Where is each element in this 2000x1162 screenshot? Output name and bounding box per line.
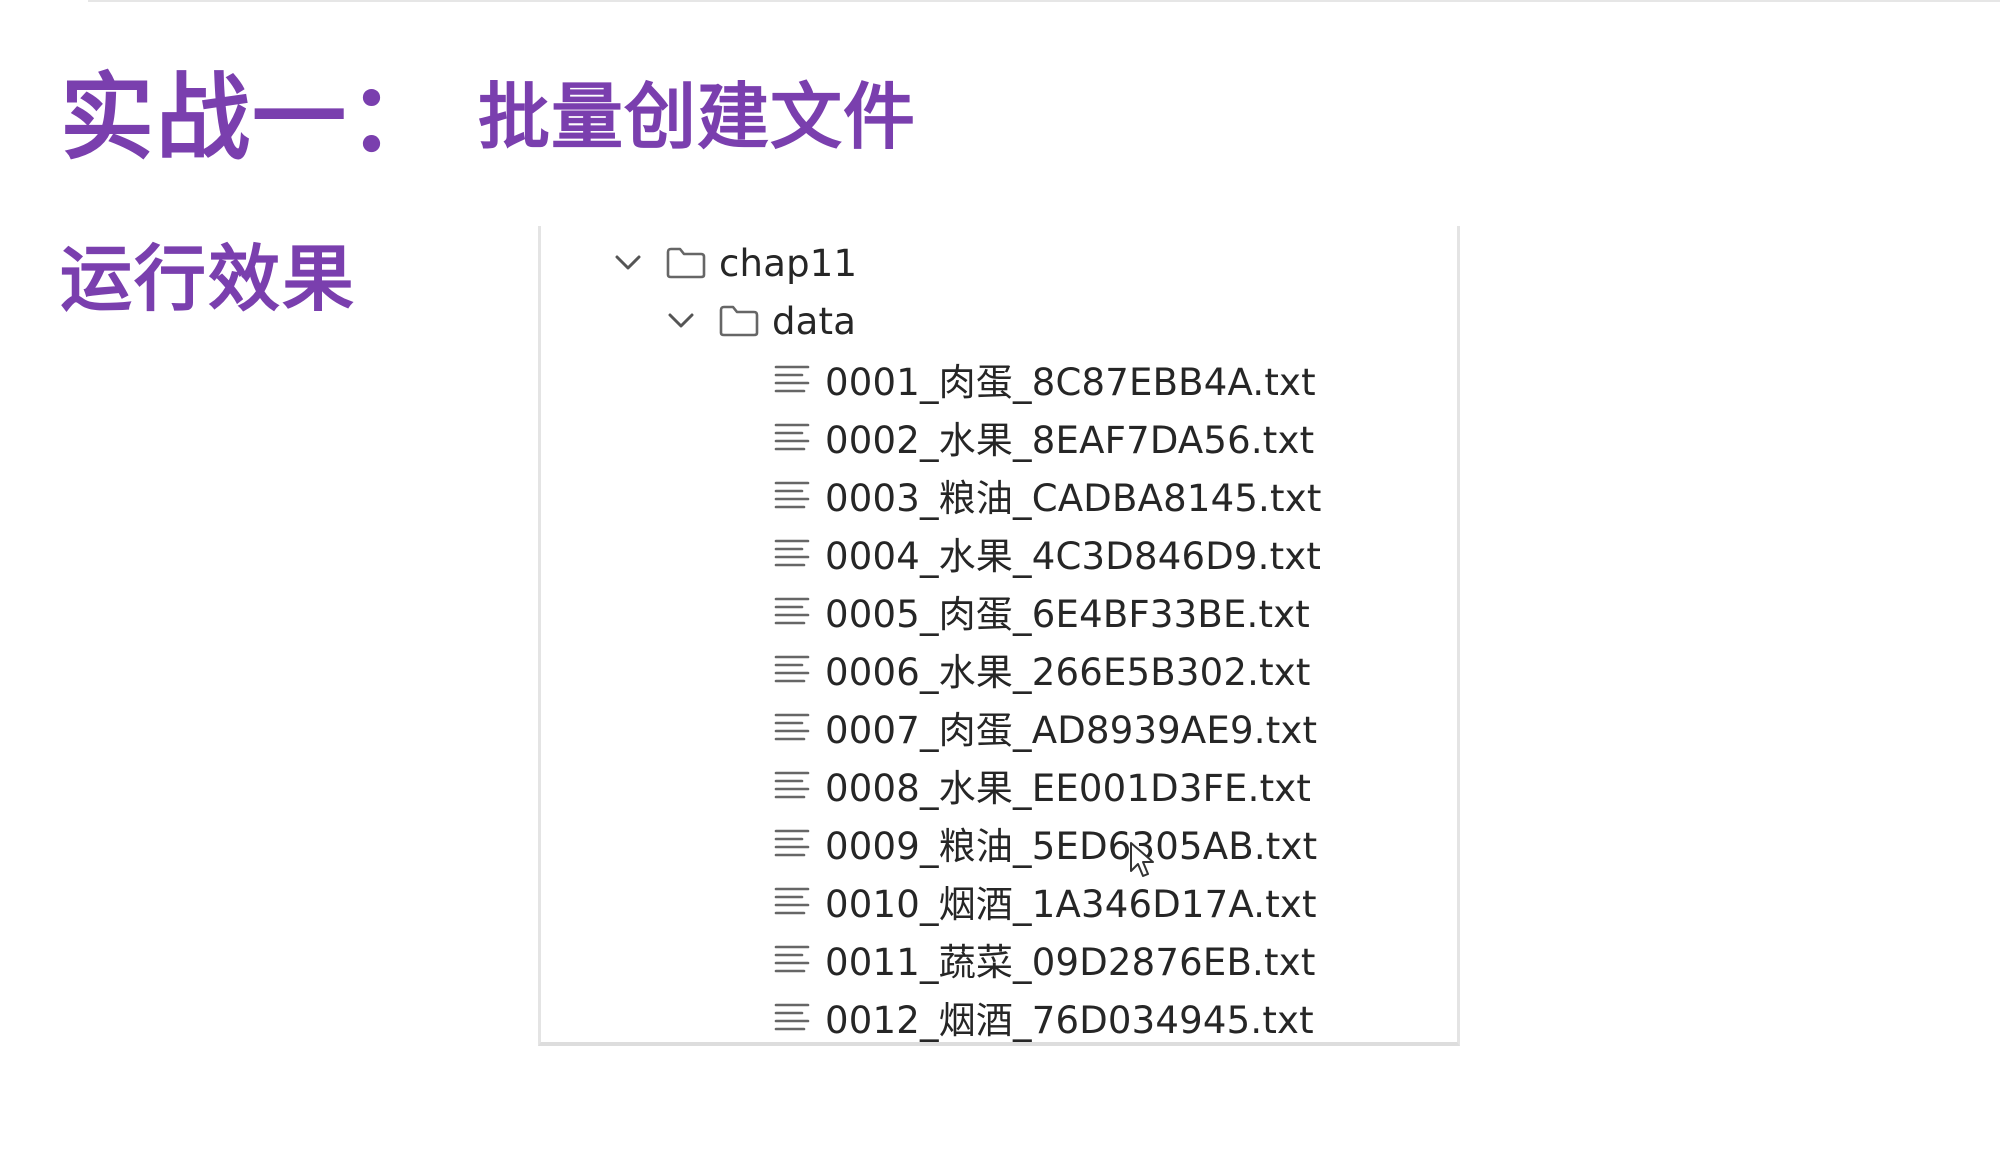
title-subtitle: 批量创建文件	[478, 74, 917, 159]
file-row[interactable]: 0009_粮油_5ED6305AB.txt	[773, 818, 1317, 868]
text-file-icon	[773, 652, 811, 686]
mouse-cursor-icon	[1128, 840, 1156, 880]
folder-icon	[718, 304, 760, 338]
chevron-down-icon[interactable]	[664, 304, 698, 338]
text-file-icon	[773, 826, 811, 860]
tree-item-label: data	[772, 299, 857, 343]
file-name: 0010_烟酒_1A346D17A.txt	[825, 883, 1317, 926]
slide-title: 实战一： 批量创建文件	[60, 50, 917, 173]
file-row[interactable]: 0004_水果_4C3D846D9.txt	[773, 528, 1321, 578]
top-divider	[88, 0, 2000, 2]
text-file-icon	[773, 420, 811, 454]
text-file-icon	[773, 362, 811, 396]
file-tree-panel: chap11 data 0001_肉蛋_8C87EBB4A.txt 0002_水…	[538, 226, 1460, 1046]
text-file-icon	[773, 536, 811, 570]
file-name: 0003_粮油_CADBA8145.txt	[825, 477, 1322, 520]
file-row[interactable]: 0006_水果_266E5B302.txt	[773, 644, 1311, 694]
file-row[interactable]: 0007_肉蛋_AD8939AE9.txt	[773, 702, 1317, 752]
text-file-icon	[773, 1000, 811, 1034]
file-row[interactable]: 0001_肉蛋_8C87EBB4A.txt	[773, 354, 1316, 404]
file-row[interactable]: 0002_水果_8EAF7DA56.txt	[773, 412, 1314, 462]
text-file-icon	[773, 942, 811, 976]
title-main: 实战一：	[60, 64, 445, 173]
file-name: 0001_肉蛋_8C87EBB4A.txt	[825, 361, 1316, 404]
file-name: 0008_水果_EE001D3FE.txt	[825, 767, 1312, 810]
tree-item-data[interactable]: data	[664, 296, 856, 346]
file-name: 0004_水果_4C3D846D9.txt	[825, 535, 1322, 578]
file-row[interactable]: 0003_粮油_CADBA8145.txt	[773, 470, 1322, 520]
file-name: 0009_粮油_5ED6305AB.txt	[825, 825, 1318, 868]
text-file-icon	[773, 594, 811, 628]
text-file-icon	[773, 710, 811, 744]
file-row[interactable]: 0005_肉蛋_6E4BF33BE.txt	[773, 586, 1310, 636]
file-row[interactable]: 0008_水果_EE001D3FE.txt	[773, 760, 1311, 810]
file-name: 0002_水果_8EAF7DA56.txt	[825, 419, 1315, 462]
file-name: 0005_肉蛋_6E4BF33BE.txt	[825, 593, 1311, 636]
tree-item-label: chap11	[719, 241, 858, 285]
file-name: 0007_肉蛋_AD8939AE9.txt	[825, 709, 1318, 752]
text-file-icon	[773, 884, 811, 918]
tree-item-chap11[interactable]: chap11	[611, 238, 857, 288]
chevron-down-icon[interactable]	[611, 246, 645, 280]
file-row[interactable]: 0010_烟酒_1A346D17A.txt	[773, 876, 1317, 926]
text-file-icon	[773, 768, 811, 802]
file-row[interactable]: 0011_蔬菜_09D2876EB.txt	[773, 934, 1316, 984]
section-label: 运行效果	[60, 237, 357, 321]
file-row[interactable]: 0012_烟酒_76D034945.txt	[773, 992, 1314, 1042]
file-name: 0006_水果_266E5B302.txt	[825, 651, 1311, 694]
file-name: 0012_烟酒_76D034945.txt	[825, 999, 1314, 1042]
file-name: 0011_蔬菜_09D2876EB.txt	[825, 941, 1316, 984]
folder-icon	[665, 246, 707, 280]
text-file-icon	[773, 478, 811, 512]
